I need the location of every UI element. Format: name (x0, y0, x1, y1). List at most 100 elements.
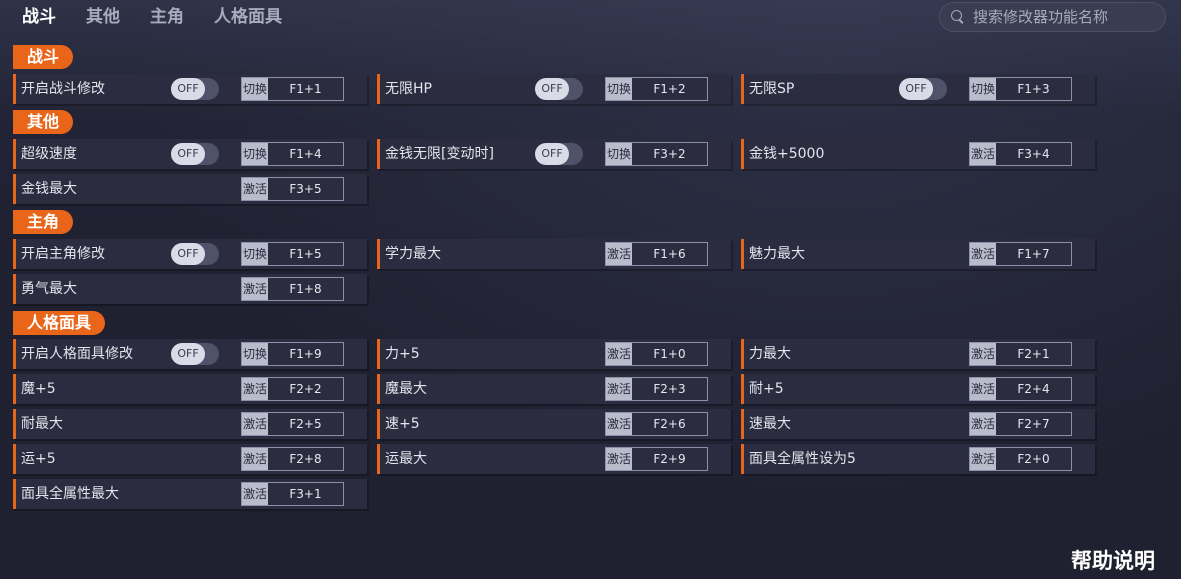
hotkey-button[interactable]: 切换 F1+9 (241, 342, 344, 366)
off-toggle[interactable]: OFF (535, 143, 583, 165)
hotkey-button[interactable]: 切换 F1+2 (605, 77, 708, 101)
hotkey-button[interactable]: 切换 F1+3 (969, 77, 1072, 101)
tab-persona[interactable]: 人格面具 (214, 6, 282, 30)
hotkey-action-label: 激活 (606, 448, 632, 470)
cheat-row: 力最大 激活 F2+1 (741, 339, 1095, 369)
hotkey-button[interactable]: 激活 F2+5 (241, 412, 344, 436)
hotkey-button[interactable]: 激活 F1+0 (605, 342, 708, 366)
hotkey-button[interactable]: 激活 F1+7 (969, 242, 1072, 266)
hotkey-button[interactable]: 激活 F3+4 (969, 142, 1072, 166)
cheat-row: 耐最大 激活 F2+5 (13, 409, 367, 439)
hotkey-button[interactable]: 切换 F1+4 (241, 142, 344, 166)
tab-battle[interactable]: 战斗 (22, 6, 56, 30)
hotkey-button[interactable]: 激活 F2+4 (969, 377, 1072, 401)
toggle-state-label: OFF (171, 78, 205, 100)
hotkey-button[interactable]: 激活 F1+8 (241, 277, 344, 301)
hotkey-action-label: 激活 (970, 343, 996, 365)
top-tabs: 战斗 其他 主角 人格面具 (22, 6, 282, 30)
hotkey-action-label: 切换 (606, 143, 632, 165)
tab-protagonist[interactable]: 主角 (150, 6, 184, 30)
hotkey-action-label: 激活 (242, 483, 268, 505)
cheat-row: 速+5 激活 F2+6 (377, 409, 731, 439)
hotkey-combo: F2+7 (1017, 417, 1050, 431)
search-box[interactable] (939, 2, 1166, 32)
section-header-other: 其他 (13, 110, 74, 134)
cheat-row: 勇气最大 激活 F1+8 (13, 274, 367, 304)
hotkey-action-label: 切换 (970, 78, 996, 100)
hotkey-combo: F3+4 (1017, 147, 1050, 161)
hotkey-combo: F2+2 (289, 382, 322, 396)
off-toggle[interactable]: OFF (171, 78, 219, 100)
cheat-name: 魔+5 (21, 381, 56, 397)
hotkey-combo: F1+0 (653, 347, 686, 361)
hotkey-button[interactable]: 激活 F3+1 (241, 482, 344, 506)
tab-other[interactable]: 其他 (86, 6, 120, 30)
cheat-row: 金钱最大 激活 F3+5 (13, 174, 367, 204)
off-toggle[interactable]: OFF (171, 343, 219, 365)
cheat-name: 面具全属性最大 (21, 486, 119, 502)
section-header-protagonist: 主角 (13, 210, 74, 234)
hotkey-button[interactable]: 切换 F1+1 (241, 77, 344, 101)
cheat-row: 金钱无限[变动时] OFF 切换 F3+2 (377, 139, 731, 169)
toggle-state-label: OFF (535, 143, 569, 165)
cheat-name: 耐最大 (21, 416, 63, 432)
cheat-name: 金钱+5000 (749, 146, 825, 162)
hotkey-button[interactable]: 激活 F2+1 (969, 342, 1072, 366)
hotkey-button[interactable]: 切换 F1+5 (241, 242, 344, 266)
hotkey-action-label: 切换 (242, 143, 268, 165)
off-toggle[interactable]: OFF (171, 143, 219, 165)
cheat-name: 无限HP (385, 81, 432, 97)
cheat-row: 运+5 激活 F2+8 (13, 444, 367, 474)
hotkey-action-label: 激活 (606, 413, 632, 435)
hotkey-button[interactable]: 激活 F3+5 (241, 177, 344, 201)
cheat-row: 开启战斗修改 OFF 切换 F1+1 (13, 74, 367, 104)
hotkey-combo: F1+7 (1017, 247, 1050, 261)
hotkey-combo: F1+5 (289, 247, 322, 261)
hotkey-combo: F3+5 (289, 182, 322, 196)
cheat-row: 金钱+5000 激活 F3+4 (741, 139, 1095, 169)
hotkey-button[interactable]: 切换 F3+2 (605, 142, 708, 166)
cheat-name: 速最大 (749, 416, 791, 432)
hotkey-action-label: 激活 (606, 243, 632, 265)
off-toggle[interactable]: OFF (171, 243, 219, 265)
cheat-name: 学力最大 (385, 246, 441, 262)
toggle-state-label: OFF (171, 243, 205, 265)
hotkey-action-label: 激活 (606, 343, 632, 365)
hotkey-action-label: 激活 (242, 448, 268, 470)
cheat-name: 无限SP (749, 81, 795, 97)
hotkey-button[interactable]: 激活 F2+0 (969, 447, 1072, 471)
cheat-name: 开启战斗修改 (21, 81, 105, 97)
hotkey-button[interactable]: 激活 F2+3 (605, 377, 708, 401)
hotkey-action-label: 激活 (606, 378, 632, 400)
off-toggle[interactable]: OFF (899, 78, 947, 100)
hotkey-action-label: 激活 (242, 413, 268, 435)
cheat-name: 魔最大 (385, 381, 427, 397)
hotkey-button[interactable]: 激活 F2+2 (241, 377, 344, 401)
cheat-row: 超级速度 OFF 切换 F1+4 (13, 139, 367, 169)
hotkey-combo: F3+2 (653, 147, 686, 161)
hotkey-action-label: 切换 (242, 78, 268, 100)
search-icon (951, 10, 965, 24)
cheat-row: 速最大 激活 F2+7 (741, 409, 1095, 439)
cheat-name: 运+5 (21, 451, 56, 467)
off-toggle[interactable]: OFF (535, 78, 583, 100)
hotkey-action-label: 切换 (606, 78, 632, 100)
cheat-row: 开启人格面具修改 OFF 切换 F1+9 (13, 339, 367, 369)
cheat-name: 耐+5 (749, 381, 784, 397)
hotkey-button[interactable]: 激活 F2+7 (969, 412, 1072, 436)
cheat-name: 开启主角修改 (21, 246, 105, 262)
hotkey-button[interactable]: 激活 F1+6 (605, 242, 708, 266)
help-button[interactable]: 帮助说明 (1071, 545, 1155, 575)
toggle-state-label: OFF (171, 143, 205, 165)
hotkey-combo: F2+6 (653, 417, 686, 431)
hotkey-button[interactable]: 激活 F2+6 (605, 412, 708, 436)
search-input[interactable] (971, 7, 1165, 27)
hotkey-action-label: 激活 (242, 178, 268, 200)
cheat-name: 运最大 (385, 451, 427, 467)
cheat-name: 面具全属性设为5 (749, 451, 856, 467)
hotkey-button[interactable]: 激活 F2+9 (605, 447, 708, 471)
cheat-row: 无限HP OFF 切换 F1+2 (377, 74, 731, 104)
hotkey-button[interactable]: 激活 F2+8 (241, 447, 344, 471)
hotkey-action-label: 激活 (970, 378, 996, 400)
cheat-row: 力+5 激活 F1+0 (377, 339, 731, 369)
